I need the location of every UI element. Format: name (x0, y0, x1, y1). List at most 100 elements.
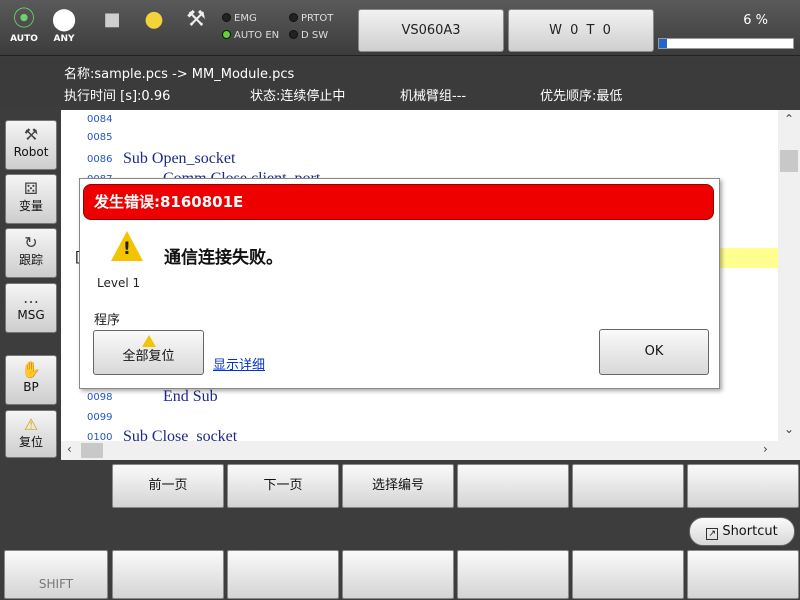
lamp-indicator[interactable]: ● (134, 6, 174, 52)
code-line[interactable]: 0085 (61, 128, 778, 146)
side-button-msg[interactable]: … MSG (5, 283, 57, 333)
arm-group: 机械臂组--- (400, 89, 467, 104)
side-button-label: Robot (13, 145, 49, 159)
fkey-shift-7[interactable] (687, 550, 799, 599)
side-button-label: MSG (17, 308, 45, 322)
fkey-shift-3[interactable] (227, 550, 339, 599)
horizontal-scrollbar[interactable]: ‹ › (61, 441, 800, 460)
shift-button[interactable]: SHIFT (4, 550, 108, 599)
show-details-link[interactable]: 显示详细 (213, 354, 265, 373)
led-column-right: PRTOT D SW (289, 10, 333, 44)
led-auto-en-label: AUTO EN (234, 30, 280, 41)
fkey-5[interactable] (457, 464, 569, 508)
line-number: 0098 (87, 392, 113, 403)
run-status: 状态:连续停止中 (250, 89, 346, 104)
hand-icon: ✋ (21, 360, 41, 379)
side-button-robot[interactable]: ⚒ Robot (5, 120, 57, 170)
line-text: Sub Open_socket (123, 150, 236, 167)
side-button-trace[interactable]: ↻ 跟踪 (5, 228, 57, 278)
exec-time: 执行时间 [s]:0.96 (64, 89, 171, 104)
side-button-label: BP (23, 380, 39, 394)
ok-button[interactable]: OK (599, 329, 709, 375)
code-line[interactable]: 0100 Sub Close_socket (61, 428, 778, 441)
auto-mode-label: AUTO (10, 34, 38, 44)
led-dsw-label: D SW (301, 30, 329, 41)
program-info-bar: 名称:sample.pcs -> MM_Module.pcs 执行时间 [s]:… (0, 57, 800, 109)
code-line[interactable]: 0099 (61, 408, 778, 426)
vertical-scroll-thumb[interactable] (780, 150, 798, 172)
error-title: 发生错误:8160801E (83, 184, 714, 220)
side-button-variables[interactable]: ⚄ 变量 (5, 174, 57, 224)
led-emg: EMG (222, 10, 279, 27)
robot-model-button[interactable]: VS060A3 (358, 9, 504, 52)
shortcut-label: Shortcut (722, 524, 778, 539)
code-line[interactable]: 0084 (61, 110, 778, 128)
led-prtot-lamp (289, 13, 298, 22)
warning-icon: ⚠ (23, 415, 39, 434)
speed-bar (658, 38, 794, 49)
stop-square-icon: ■ (103, 9, 121, 30)
side-button-label: 跟踪 (18, 253, 43, 267)
led-auto-en-lamp (222, 30, 231, 39)
line-text: End Sub (163, 388, 218, 405)
line-number: 0085 (87, 132, 113, 143)
scroll-down-icon[interactable]: ⌄ (778, 422, 800, 436)
any-label: ANY (53, 34, 75, 44)
fkey-shift-2[interactable] (112, 550, 224, 599)
led-prtot-label: PRTOT (301, 13, 334, 24)
side-button-bp[interactable]: ✋ BP (5, 355, 57, 405)
fkey-blank (0, 464, 110, 508)
fkey-6[interactable] (572, 464, 684, 508)
shortcut-icon: ↗ (706, 528, 719, 540)
prev-page-button[interactable]: 前一页 (112, 464, 224, 508)
line-number: 0086 (87, 154, 113, 165)
any-icon: ⬤ (51, 7, 77, 32)
line-number: 0099 (87, 412, 113, 423)
code-line[interactable]: 0098 End Sub (61, 388, 778, 406)
top-status-bar: ⦿ AUTO ⬤ ANY ■ ● ⚒ EMG AUTO EN PRTOT D S… (0, 0, 800, 56)
vertical-scrollbar[interactable]: ⌃ ⌄ (778, 110, 800, 441)
scroll-right-icon[interactable]: › (763, 442, 768, 456)
stop-indicator[interactable]: ■ (92, 6, 132, 52)
fkey-shift-5[interactable] (457, 550, 569, 599)
work-tool-button[interactable]: W 0 T 0 (508, 9, 654, 52)
auto-mode-icon: ⦿ (12, 7, 35, 32)
horizontal-scroll-thumb[interactable] (81, 443, 103, 458)
error-source: 程序 (94, 313, 121, 328)
scroll-left-icon[interactable]: ‹ (67, 442, 72, 456)
dice-icon: ⚄ (24, 179, 38, 198)
led-column-left: EMG AUTO EN (222, 10, 279, 44)
side-button-label: 复位 (18, 435, 43, 449)
pendant-screen: ⦿ AUTO ⬤ ANY ■ ● ⚒ EMG AUTO EN PRTOT D S… (0, 0, 800, 600)
reset-all-button[interactable]: 全部复位 (93, 330, 204, 375)
any-indicator[interactable]: ⬤ ANY (44, 6, 84, 52)
error-message: 通信连接失败。 (164, 248, 283, 268)
led-dsw-lamp (289, 30, 298, 39)
select-number-button[interactable]: 选择编号 (342, 464, 454, 508)
light-bulb-icon: ● (144, 7, 164, 32)
speed-override[interactable]: 6 % (656, 9, 798, 52)
error-level: Level 1 (97, 276, 141, 290)
led-emg-label: EMG (234, 13, 257, 24)
tool-warning-indicator[interactable]: ⚒ (176, 6, 216, 52)
side-button-reset[interactable]: ⚠ 复位 (5, 410, 57, 458)
side-button-label: 变量 (18, 199, 43, 213)
error-dialog: 发生错误:8160801E 通信连接失败。 Level 1 程序 全部复位 显示… (79, 178, 720, 389)
warning-icon (111, 231, 143, 261)
fkey-7[interactable] (687, 464, 799, 508)
auto-mode-indicator[interactable]: ⦿ AUTO (4, 6, 44, 52)
speed-text: 6 % (743, 13, 768, 28)
fkey-shift-4[interactable] (342, 550, 454, 599)
scroll-up-icon[interactable]: ⌃ (778, 112, 800, 126)
code-line[interactable]: 0086 Sub Open_socket (61, 150, 778, 168)
line-number: 0100 (87, 432, 113, 441)
line-number: 0084 (87, 114, 113, 125)
speed-bar-fill (659, 39, 668, 48)
shortcut-button[interactable]: ↗ Shortcut (689, 517, 795, 546)
robot-arm-icon: ⚒ (23, 125, 39, 144)
next-page-button[interactable]: 下一页 (227, 464, 339, 508)
current-line-highlight (711, 248, 778, 268)
led-emg-lamp (222, 13, 231, 22)
fkey-shift-6[interactable] (572, 550, 684, 599)
led-prtot: PRTOT (289, 10, 333, 27)
